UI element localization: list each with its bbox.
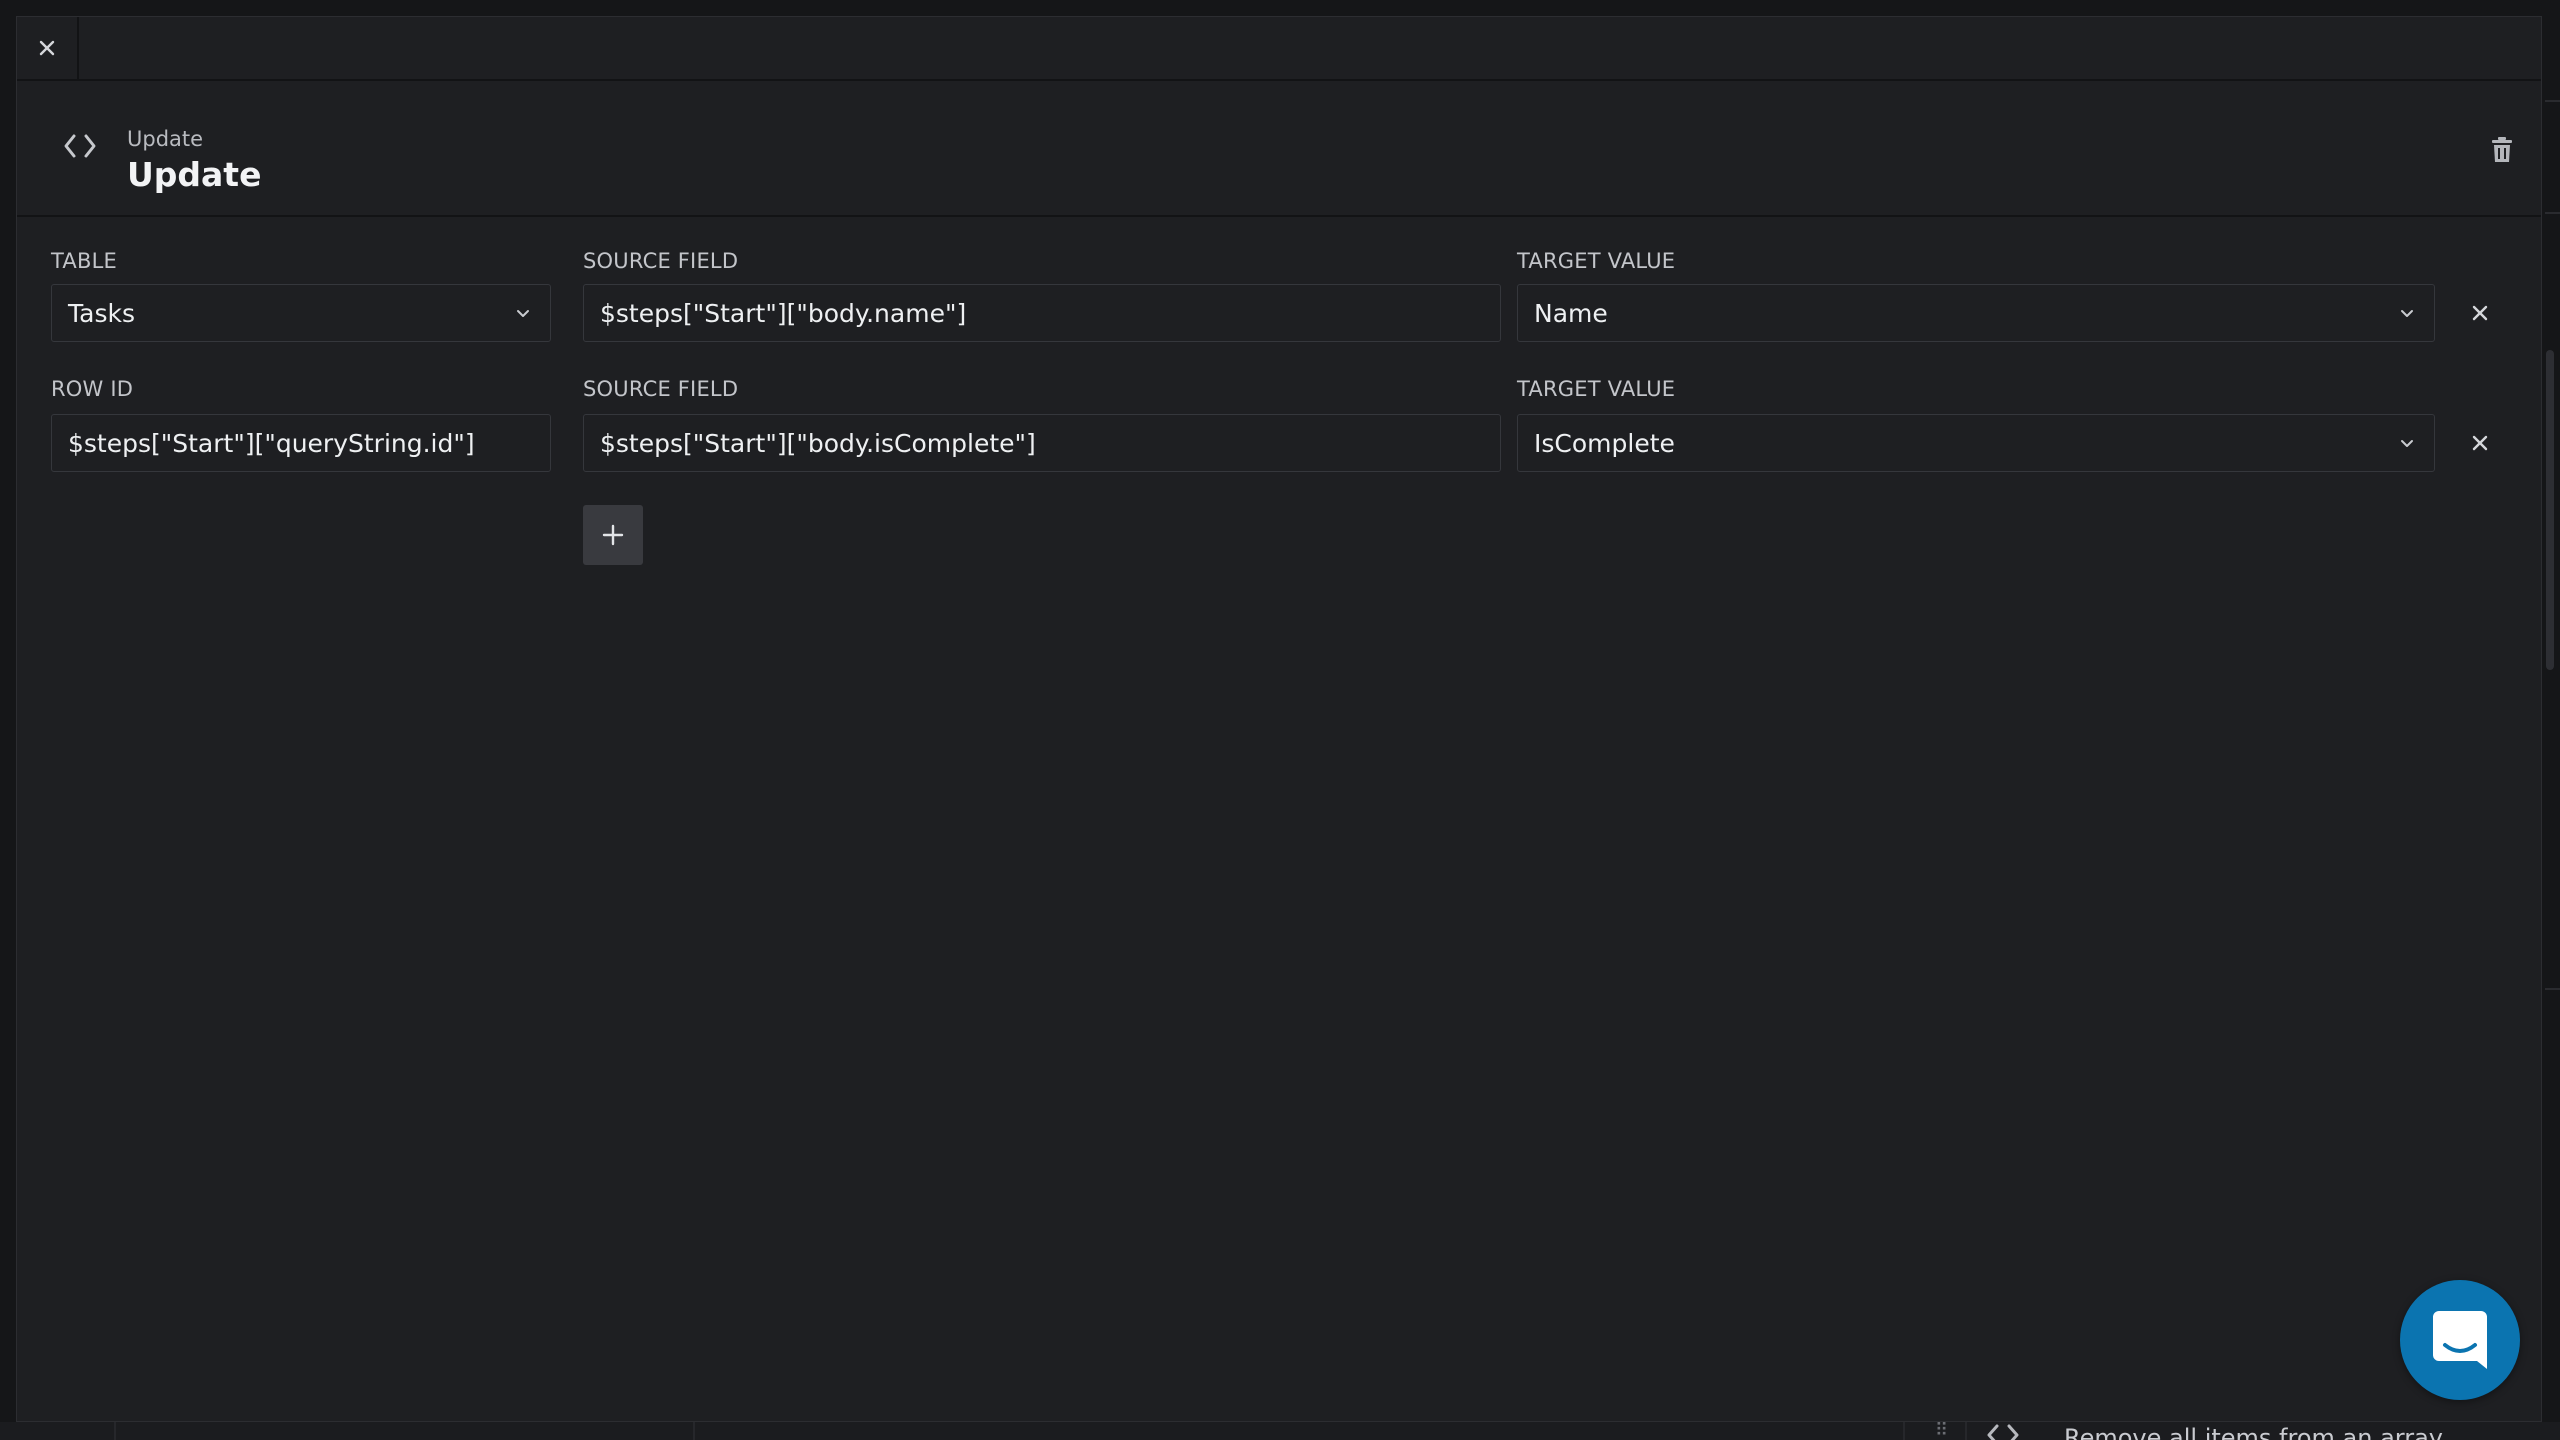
target-value-selected: Name xyxy=(1534,298,1608,328)
close-modal-button[interactable] xyxy=(17,17,79,79)
row-id-label: ROW ID xyxy=(51,377,134,401)
background-scrollbar[interactable] xyxy=(2546,350,2554,670)
source-field-input[interactable]: $steps["Start"]["body.isComplete"] xyxy=(583,414,1501,472)
background-divider xyxy=(2545,988,2560,990)
background-divider xyxy=(1965,1422,1967,1440)
source-field-value: $steps["Start"]["body.name"] xyxy=(600,298,967,328)
target-value-select[interactable]: IsComplete xyxy=(1517,414,2435,472)
source-field-label: SOURCE FIELD xyxy=(583,377,739,401)
chat-launcher-button[interactable] xyxy=(2400,1280,2520,1400)
background-divider xyxy=(2545,100,2560,102)
plus-icon xyxy=(602,524,624,546)
target-value-select[interactable]: Name xyxy=(1517,284,2435,342)
chevron-down-icon xyxy=(517,310,529,317)
background-divider xyxy=(1903,1422,1905,1440)
remove-mapping-button[interactable] xyxy=(2465,428,2495,458)
close-icon xyxy=(39,40,55,56)
target-value-label: TARGET VALUE xyxy=(1517,249,1676,273)
chat-icon xyxy=(2433,1311,2487,1369)
step-title: Update xyxy=(127,155,262,194)
add-mapping-button[interactable] xyxy=(583,505,643,565)
delete-step-button[interactable] xyxy=(2491,137,2517,165)
close-icon xyxy=(2472,305,2488,321)
remove-mapping-button[interactable] xyxy=(2465,298,2495,328)
chevron-down-icon xyxy=(2401,310,2413,317)
code-icon xyxy=(63,133,97,159)
table-select-value: Tasks xyxy=(68,298,135,328)
step-type-label: Update xyxy=(127,127,204,151)
background-divider xyxy=(2545,212,2560,214)
chevron-down-icon xyxy=(2401,440,2413,447)
background-divider xyxy=(693,1422,695,1440)
row-id-input[interactable]: $steps["Start"]["queryString.id"] xyxy=(51,414,551,472)
close-icon xyxy=(2472,435,2488,451)
background-step-label: Remove all items from an array xyxy=(2064,1424,2444,1440)
code-icon xyxy=(1985,1422,2021,1440)
target-value-selected: IsComplete xyxy=(1534,428,1675,458)
table-label: TABLE xyxy=(51,249,117,273)
background-divider xyxy=(114,1422,116,1440)
trash-icon xyxy=(2492,137,2512,162)
target-value-label: TARGET VALUE xyxy=(1517,377,1676,401)
modal-topbar xyxy=(17,17,2541,81)
source-field-value: $steps["Start"]["body.isComplete"] xyxy=(600,428,1036,458)
table-select[interactable]: Tasks xyxy=(51,284,551,342)
drag-handle-icon[interactable]: ⠿ xyxy=(1935,1422,1951,1440)
source-field-input[interactable]: $steps["Start"]["body.name"] xyxy=(583,284,1501,342)
row-id-value: $steps["Start"]["queryString.id"] xyxy=(68,428,475,458)
step-header: Update Update xyxy=(17,79,2541,217)
source-field-label: SOURCE FIELD xyxy=(583,249,739,273)
update-step-modal: Update Update TABLE Tasks SOURCE FIELD $… xyxy=(16,16,2542,1422)
